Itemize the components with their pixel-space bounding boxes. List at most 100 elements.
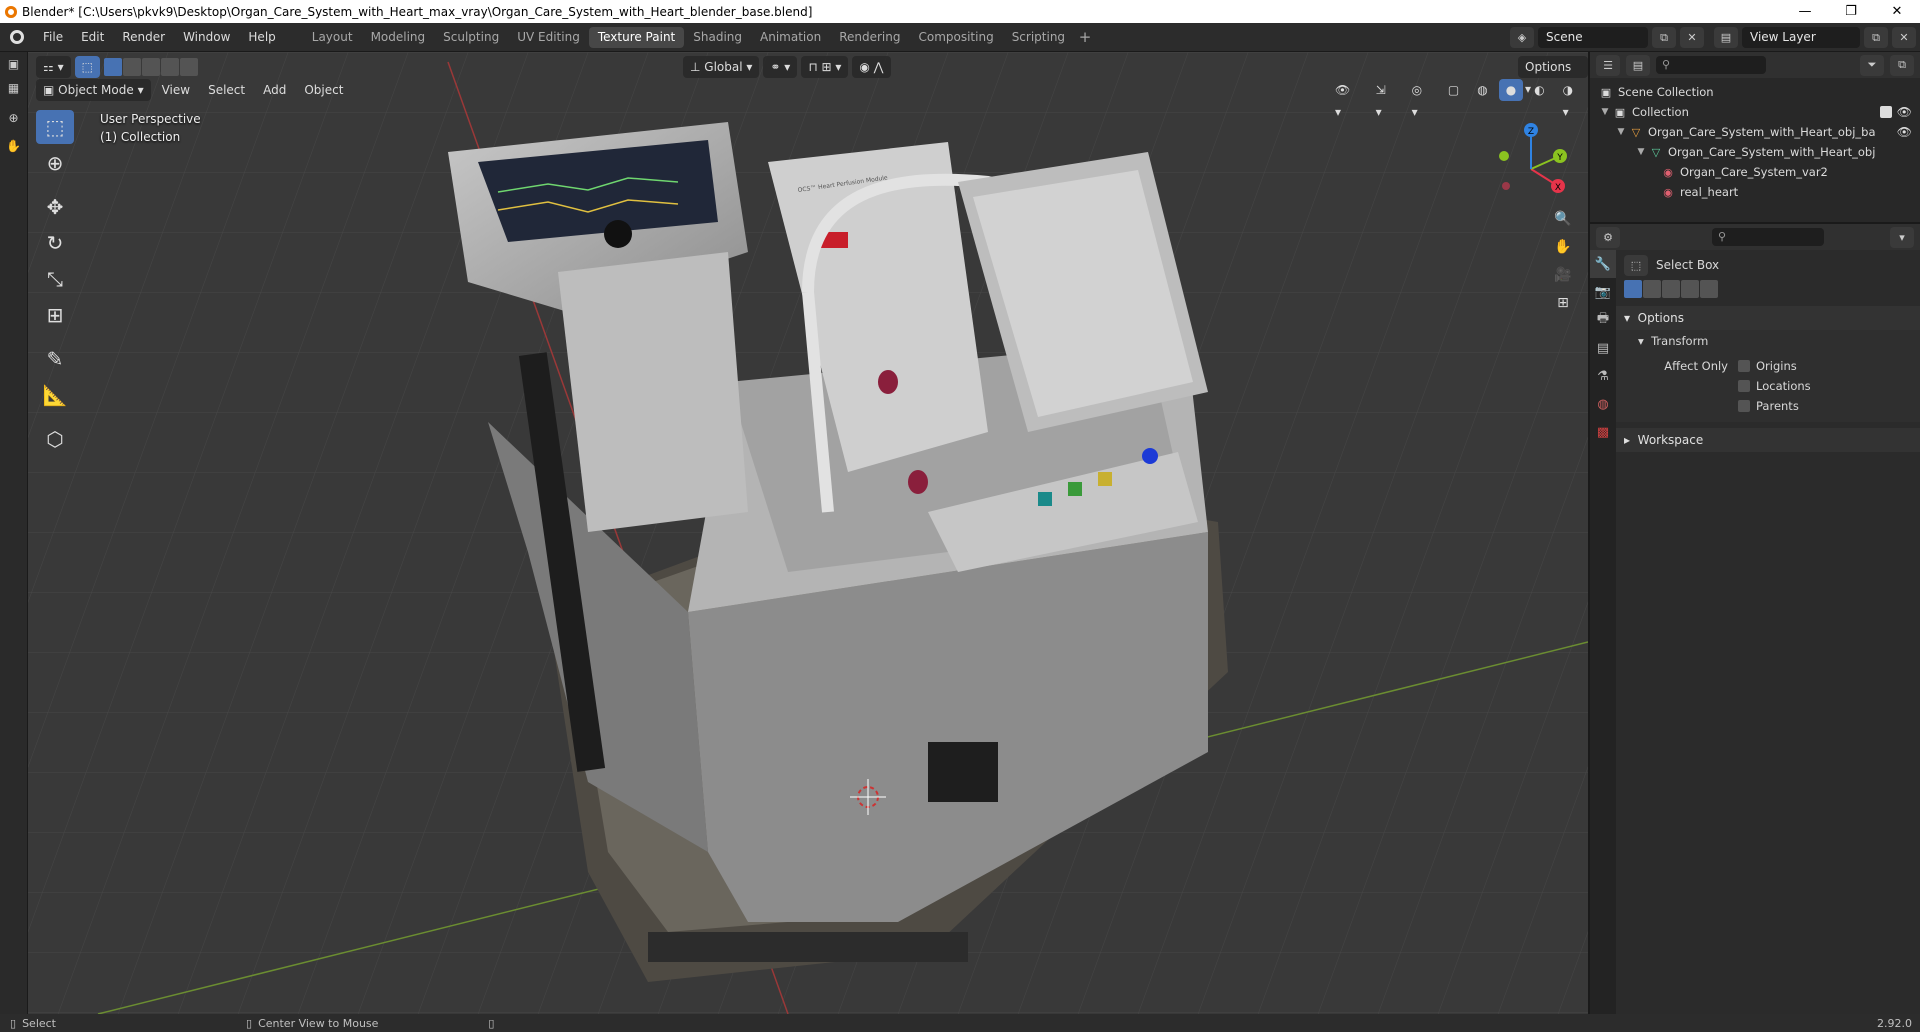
- visibility-eye-icon[interactable]: 👁 ▾: [1328, 79, 1365, 119]
- measure-tool-icon[interactable]: 📐: [36, 378, 74, 412]
- 3d-viewport[interactable]: OCS™ Heart Perfusion Module ⚏ ▾ ⬚ ⊥ Glob…: [28, 52, 1588, 1014]
- pan-hand-icon[interactable]: ✋: [0, 132, 27, 160]
- shading-rendered-icon[interactable]: ◑ ▾: [1556, 79, 1588, 119]
- move-tool-icon[interactable]: ✥: [36, 190, 74, 224]
- checkbox-row-origins[interactable]: Affect Only Origins: [1616, 356, 1920, 376]
- properties-search-input[interactable]: ⚲: [1712, 228, 1824, 246]
- select-invert-icon[interactable]: [160, 58, 179, 76]
- blender-menu-icon[interactable]: [0, 30, 34, 44]
- transform-tool-icon[interactable]: ⊞: [36, 298, 74, 332]
- tab-layout[interactable]: Layout: [303, 27, 362, 48]
- view-layer-browse-icon[interactable]: ▤: [1714, 27, 1738, 48]
- visibility-eye-icon[interactable]: 👁: [1897, 125, 1912, 139]
- tab-compositing[interactable]: Compositing: [909, 27, 1002, 48]
- new-scene-icon[interactable]: ⧉: [1652, 27, 1676, 48]
- tab-uv-editing[interactable]: UV Editing: [508, 27, 589, 48]
- options-section-header[interactable]: ▾ Options: [1616, 306, 1920, 330]
- shading-solid-icon[interactable]: ●: [1498, 79, 1524, 101]
- tree-row-object[interactable]: ▼ ▽ Organ_Care_System_with_Heart_obj_ba …: [1590, 122, 1920, 142]
- shading-material-icon[interactable]: ◐: [1527, 79, 1551, 101]
- pivot-point-icon[interactable]: ⚭ ▾: [763, 56, 798, 78]
- pan-view-icon[interactable]: ✋: [1550, 234, 1576, 260]
- rotate-tool-icon[interactable]: ↻: [36, 226, 74, 260]
- mode-invert-icon[interactable]: [1681, 280, 1699, 298]
- menu-add[interactable]: Add: [256, 79, 293, 101]
- tree-row-material-1[interactable]: ◉ Organ_Care_System_var2: [1590, 162, 1920, 182]
- tab-view-layer-icon[interactable]: ▤: [1590, 334, 1616, 362]
- workspace-section-header[interactable]: ▸ Workspace: [1616, 428, 1920, 452]
- shading-wireframe-icon[interactable]: ◍: [1470, 79, 1494, 101]
- checkbox-row-locations[interactable]: Locations: [1616, 376, 1920, 396]
- transform-subsection-header[interactable]: ▾ Transform: [1616, 330, 1920, 352]
- view-layer-field[interactable]: View Layer: [1742, 27, 1860, 48]
- paint-mode-icon[interactable]: ▦: [0, 76, 27, 100]
- image-editor-icon[interactable]: ▣: [0, 52, 27, 76]
- xray-icon[interactable]: ▢: [1441, 79, 1466, 101]
- tab-rendering[interactable]: Rendering: [830, 27, 909, 48]
- proportional-edit-icon[interactable]: ◉ ⋀: [852, 56, 891, 78]
- transform-orientation-dropdown[interactable]: ⊥ Global ▾: [683, 56, 760, 78]
- expand-triangle-icon[interactable]: ▼: [1614, 127, 1628, 137]
- select-intersect-icon[interactable]: [179, 58, 198, 76]
- tab-tool-icon[interactable]: 🔧: [1590, 250, 1616, 278]
- scene-browse-icon[interactable]: ◈: [1510, 27, 1534, 48]
- mode-extend-icon[interactable]: [1643, 280, 1661, 298]
- active-tool-select-icon[interactable]: ⬚: [74, 56, 100, 78]
- zoom-view-icon[interactable]: 🔍: [1550, 206, 1576, 232]
- tab-sculpting[interactable]: Sculpting: [434, 27, 508, 48]
- mode-subtract-icon[interactable]: [1662, 280, 1680, 298]
- exclude-checkbox[interactable]: [1880, 106, 1892, 118]
- parents-checkbox[interactable]: [1738, 400, 1750, 412]
- checkbox-row-parents[interactable]: Parents: [1616, 396, 1920, 416]
- menu-window[interactable]: Window: [174, 23, 239, 52]
- editor-type-icon[interactable]: ⚏ ▾: [36, 56, 71, 78]
- select-box-icon[interactable]: ⬚: [1624, 254, 1648, 276]
- locations-checkbox[interactable]: [1738, 380, 1750, 392]
- overlays-icon[interactable]: ◎ ▾: [1405, 79, 1437, 119]
- properties-options-icon[interactable]: ▾: [1890, 226, 1914, 248]
- select-subtract-icon[interactable]: [141, 58, 160, 76]
- menu-select[interactable]: Select: [201, 79, 252, 101]
- expand-triangle-icon[interactable]: ▼: [1598, 107, 1612, 117]
- tree-row-scene-collection[interactable]: ▣ Scene Collection: [1590, 82, 1920, 102]
- select-new-icon[interactable]: [103, 58, 122, 76]
- tab-world-icon[interactable]: ◍: [1590, 390, 1616, 418]
- menu-edit[interactable]: Edit: [72, 23, 113, 52]
- tab-modeling[interactable]: Modeling: [362, 27, 435, 48]
- annotate-tool-icon[interactable]: ✎: [36, 342, 74, 376]
- menu-file[interactable]: File: [34, 23, 72, 52]
- tree-row-material-2[interactable]: ◉ real_heart: [1590, 182, 1920, 202]
- tab-render-icon[interactable]: 📷: [1590, 278, 1616, 306]
- menu-view[interactable]: View: [155, 79, 197, 101]
- menu-object[interactable]: Object: [297, 79, 350, 101]
- tab-animation[interactable]: Animation: [751, 27, 830, 48]
- new-collection-icon[interactable]: ⧉: [1890, 54, 1914, 76]
- mode-intersect-icon[interactable]: [1700, 280, 1718, 298]
- select-box-tool-icon[interactable]: ⬚: [36, 110, 74, 144]
- outliner-search-input[interactable]: ⚲: [1656, 56, 1766, 74]
- properties-editor-type-icon[interactable]: ⚙: [1596, 226, 1620, 248]
- minimize-button[interactable]: —: [1782, 0, 1828, 23]
- delete-view-layer-icon[interactable]: ✕: [1892, 27, 1916, 48]
- tab-output-icon[interactable]: 🖶: [1590, 306, 1616, 334]
- select-extend-icon[interactable]: [122, 58, 141, 76]
- perspective-toggle-icon[interactable]: ⊞: [1550, 290, 1576, 316]
- tab-scene-icon[interactable]: ⚗: [1590, 362, 1616, 390]
- gizmo-toggle-icon[interactable]: ⇲ ▾: [1369, 79, 1401, 119]
- add-cube-tool-icon[interactable]: ⬡: [36, 422, 74, 456]
- outliner-editor-type-icon[interactable]: ☰: [1596, 54, 1620, 76]
- menu-render[interactable]: Render: [113, 23, 174, 52]
- menu-help[interactable]: Help: [239, 23, 284, 52]
- tree-row-collection[interactable]: ▼ ▣ Collection 👁: [1590, 102, 1920, 122]
- tab-scripting[interactable]: Scripting: [1003, 27, 1074, 48]
- delete-scene-icon[interactable]: ✕: [1680, 27, 1704, 48]
- add-workspace-button[interactable]: +: [1074, 28, 1096, 46]
- tab-texture-paint[interactable]: Texture Paint: [588, 26, 685, 48]
- filter-icon[interactable]: ⏷: [1860, 54, 1884, 76]
- expand-triangle-icon[interactable]: ▼: [1634, 147, 1648, 157]
- scene-name-field[interactable]: Scene: [1538, 27, 1648, 48]
- cursor-tool-icon[interactable]: ⊕: [36, 146, 74, 180]
- new-view-layer-icon[interactable]: ⧉: [1864, 27, 1888, 48]
- scale-tool-icon[interactable]: ⤡: [36, 262, 74, 296]
- tree-row-mesh[interactable]: ▼ ▽ Organ_Care_System_with_Heart_obj: [1590, 142, 1920, 162]
